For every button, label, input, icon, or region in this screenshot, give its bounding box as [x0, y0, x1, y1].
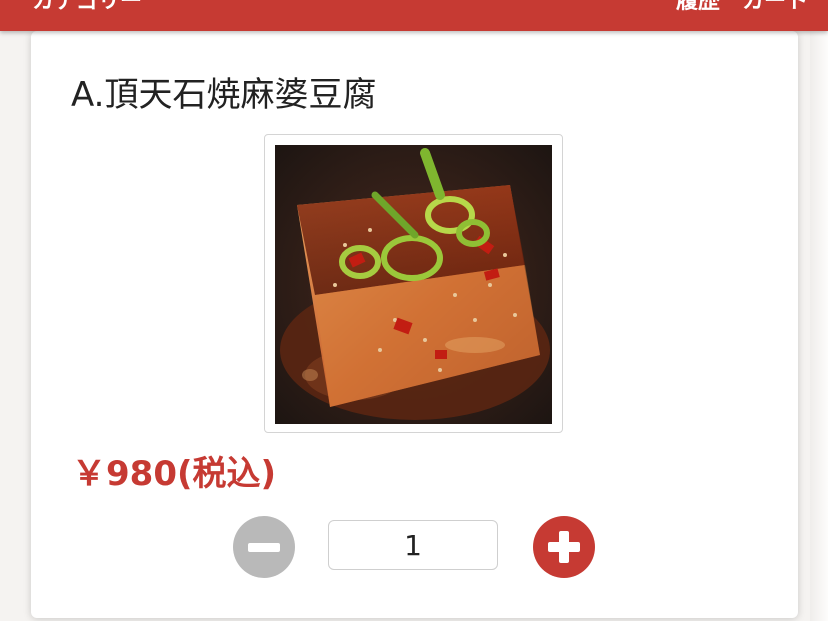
quantity-increase-button[interactable]	[533, 516, 595, 578]
top-nav-bar: カテゴリー 履歴 カート	[0, 0, 828, 31]
product-price: ￥980(税込)	[72, 454, 277, 494]
nav-category-link[interactable]: カテゴリー	[32, 0, 142, 17]
nav-cart-link[interactable]: カート	[742, 0, 808, 17]
scroll-edge	[810, 31, 828, 621]
product-card: A.頂天石焼麻婆豆腐 ￥980(税込) 1	[31, 31, 798, 618]
quantity-decrease-button[interactable]	[233, 516, 295, 578]
plus-circle-icon	[548, 531, 580, 563]
product-image-frame	[264, 134, 563, 433]
quantity-input[interactable]	[328, 520, 498, 570]
product-photo	[275, 145, 552, 424]
product-title: A.頂天石焼麻婆豆腐	[71, 75, 377, 115]
nav-history-link[interactable]: 履歴	[676, 0, 720, 17]
minus-circle-icon	[248, 543, 280, 552]
